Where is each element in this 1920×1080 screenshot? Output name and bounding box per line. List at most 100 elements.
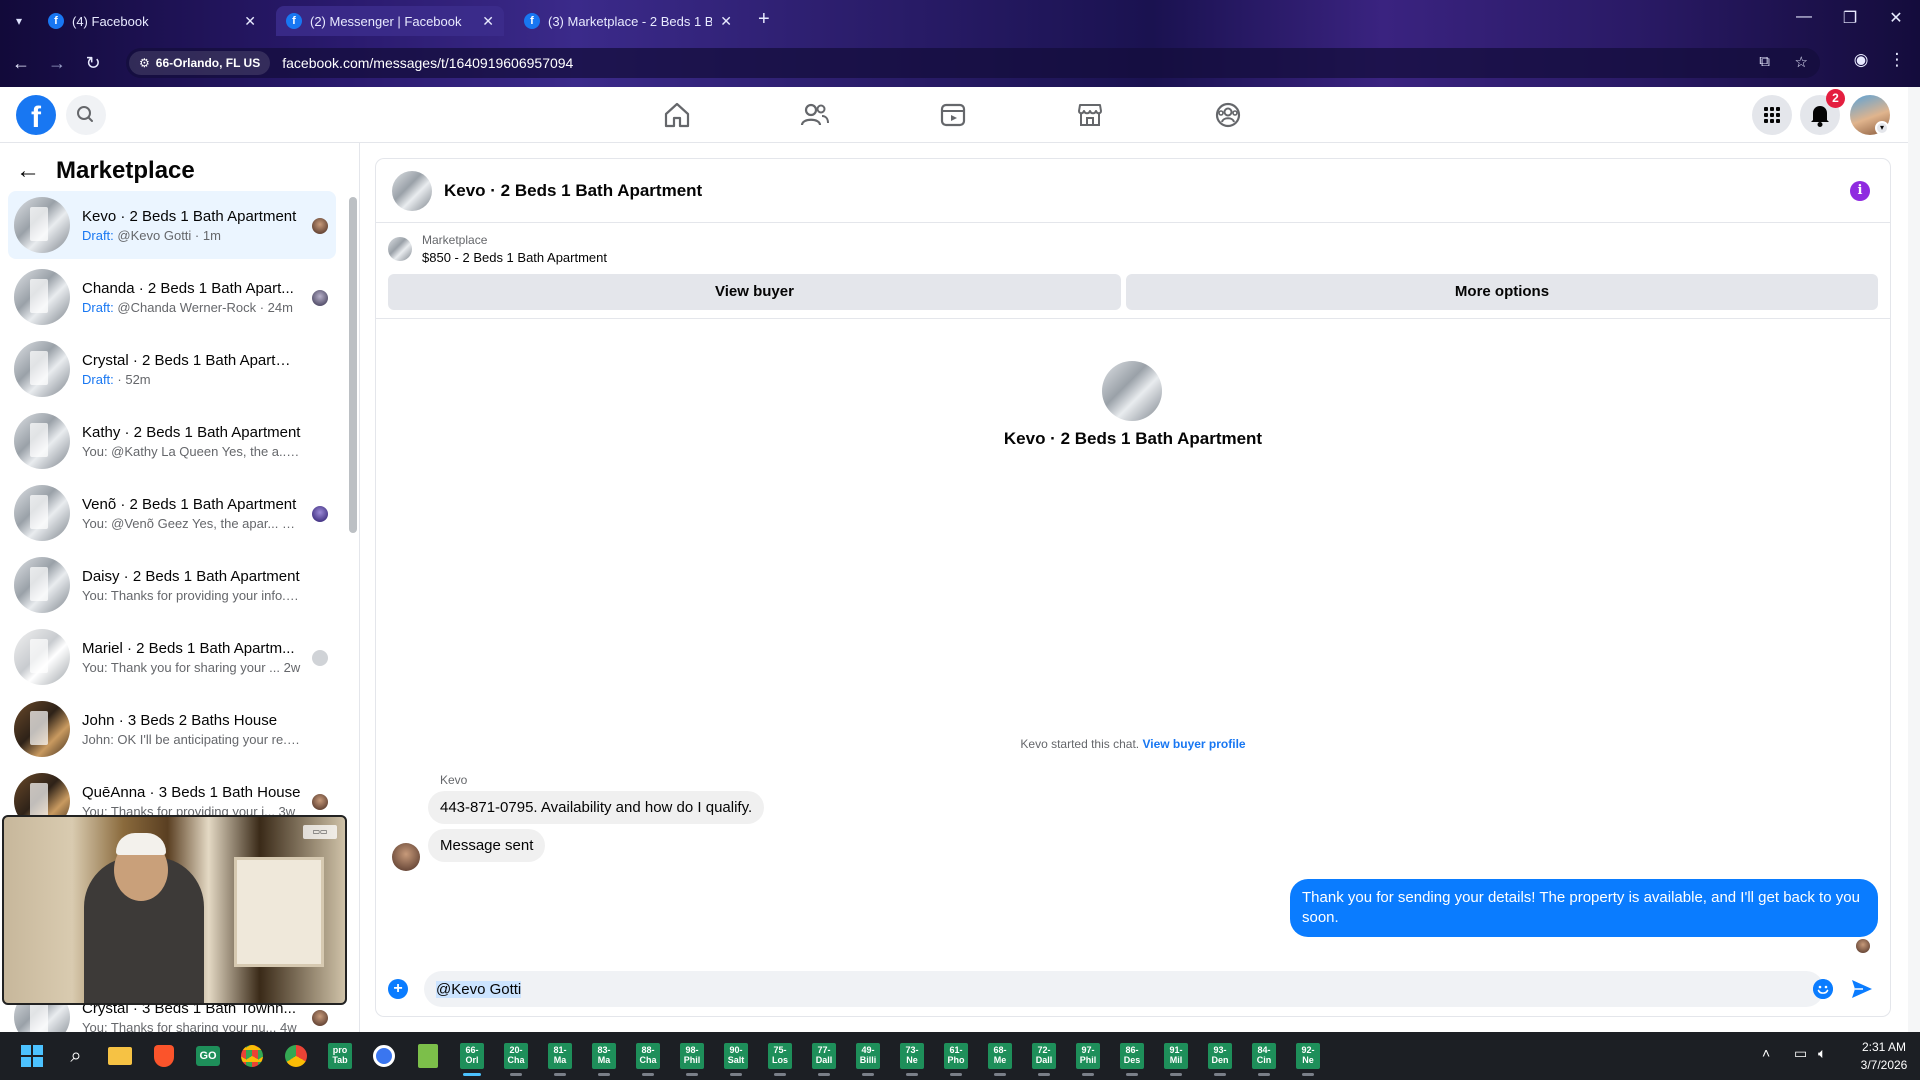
start-button[interactable]	[16, 1040, 48, 1072]
taskbar-app[interactable]: 86-Des	[1116, 1040, 1148, 1076]
taskbar-app[interactable]: 84-Cin	[1248, 1040, 1280, 1076]
link-app-icon[interactable]: GO	[192, 1040, 224, 1072]
new-tab-icon[interactable]: +	[758, 8, 770, 31]
conversation-item[interactable]: Kathy · 2 Beds 1 Bath Apartment You: @Ka…	[8, 407, 336, 475]
taskbar-app[interactable]: 88-Cha	[632, 1040, 664, 1076]
more-options-button[interactable]: More options	[1126, 274, 1878, 310]
video-icon[interactable]	[937, 99, 969, 131]
marketplace-icon[interactable]	[1074, 99, 1106, 131]
sidebar-scrollbar[interactable]	[349, 167, 357, 1027]
scrollbar-thumb[interactable]	[349, 197, 357, 533]
video-overlay: ▭▭	[2, 815, 347, 1005]
taskbar-app[interactable]: 68-Me	[984, 1040, 1016, 1076]
close-tab-icon[interactable]: ✕	[244, 13, 256, 30]
conversation-preview: Draft: · 52m	[82, 372, 302, 387]
info-icon[interactable]: i	[1850, 181, 1870, 201]
pro-tab-icon[interactable]: pro Tab	[324, 1040, 356, 1072]
search-icon	[77, 106, 93, 122]
minimize-icon[interactable]: —	[1784, 8, 1824, 26]
restore-icon[interactable]: ❐	[1830, 8, 1870, 28]
listing-price-title: $850 - 2 Beds 1 Bath Apartment	[422, 250, 608, 265]
friends-icon[interactable]	[799, 99, 831, 131]
taskbar-app[interactable]: 49-Billi	[852, 1040, 884, 1076]
conversation-item[interactable]: John · 3 Beds 2 Baths House John: OK I'l…	[8, 695, 336, 763]
taskbar-app[interactable]: 72-Dall	[1028, 1040, 1060, 1076]
groups-icon[interactable]	[1212, 99, 1244, 131]
tab-messenger[interactable]: f (2) Messenger | Facebook ✕	[276, 6, 504, 36]
volume-icon[interactable]: 🔈︎	[1818, 1045, 1826, 1062]
video-bookshelf	[234, 857, 324, 967]
profile-icon[interactable]: ◉	[1848, 50, 1874, 70]
taskbar-app-label: 83-Ma	[592, 1043, 616, 1069]
sender-avatar[interactable]	[392, 843, 420, 871]
chrome-profile-icon[interactable]	[280, 1040, 312, 1072]
home-icon[interactable]	[661, 99, 693, 131]
menu-button[interactable]	[1752, 95, 1792, 135]
taskbar-app[interactable]: 75-Los	[764, 1040, 796, 1076]
system-clock[interactable]: 2:31 AM 3/7/2026	[1854, 1038, 1914, 1074]
emoji-icon[interactable]	[1813, 979, 1833, 999]
notes-app-icon[interactable]	[412, 1040, 444, 1072]
signal-app-icon[interactable]	[368, 1040, 400, 1072]
file-explorer-icon[interactable]	[104, 1040, 136, 1072]
install-app-icon[interactable]: ⧉	[1759, 53, 1770, 70]
chrome-icon[interactable]	[236, 1040, 268, 1072]
chat-title[interactable]: Kevo · 2 Beds 1 Bath Apartment	[444, 181, 702, 201]
forward-icon[interactable]: →	[44, 50, 70, 76]
taskbar-app[interactable]: 98-Phil	[676, 1040, 708, 1076]
search-button[interactable]	[66, 95, 106, 135]
tab-facebook[interactable]: f (4) Facebook ✕	[38, 6, 266, 36]
bookmark-star-icon[interactable]: ☆	[1795, 53, 1808, 71]
taskbar-app[interactable]: 20-Cha	[500, 1040, 532, 1076]
taskbar-app[interactable]: 92-Ne	[1292, 1040, 1324, 1076]
taskbar-app[interactable]: 93-Den	[1204, 1040, 1236, 1076]
conversation-item[interactable]: Mariel · 2 Beds 1 Bath Apartm... You: Th…	[8, 623, 336, 691]
browser-toolbar: ← → ↻ ⚙ 66-Orlando, FL US facebook.com/m…	[0, 44, 1920, 82]
close-window-icon[interactable]: ✕	[1876, 8, 1916, 28]
taskbar-app[interactable]: 90-Salt	[720, 1040, 752, 1076]
brave-browser-icon[interactable]	[148, 1040, 180, 1072]
incoming-message-bubble[interactable]: Message sent	[428, 829, 546, 862]
location-chip[interactable]: ⚙ 66-Orlando, FL US	[129, 51, 271, 75]
account-chevron-icon[interactable]: ▾	[1875, 121, 1889, 135]
conversation-item[interactable]: Kevo · 2 Beds 1 Bath Apartment Draft: @K…	[8, 191, 336, 259]
view-buyer-button[interactable]: View buyer	[388, 274, 1121, 310]
taskbar-app[interactable]: 91-Mil	[1160, 1040, 1192, 1076]
back-arrow-icon[interactable]: ←	[16, 157, 46, 185]
listing-summary[interactable]: Marketplace $850 - 2 Beds 1 Bath Apartme…	[388, 233, 607, 265]
send-icon[interactable]	[1850, 977, 1874, 1001]
back-icon[interactable]: ←	[8, 50, 34, 76]
tray-chevron-icon[interactable]: ˄	[1762, 1045, 1770, 1061]
tab-marketplace[interactable]: f (3) Marketplace - 2 Beds 1 Bath ✕	[514, 6, 742, 36]
conversation-item[interactable]: Venõ · 2 Beds 1 Bath Apartment You: @Ven…	[8, 479, 336, 547]
taskbar-app[interactable]: 61-Pho	[940, 1040, 972, 1076]
outgoing-message-bubble[interactable]: Thank you for sending your details! The …	[1290, 879, 1878, 937]
facebook-logo-icon[interactable]: f	[16, 95, 56, 135]
address-bar[interactable]: ⚙ 66-Orlando, FL US facebook.com/message…	[126, 48, 1820, 78]
taskbar-app[interactable]: 77-Dall	[808, 1040, 840, 1076]
taskbar-search-icon[interactable]: ⌕	[60, 1040, 92, 1072]
listing-thumbnail	[14, 629, 70, 685]
add-attachment-icon[interactable]: +	[388, 979, 408, 999]
tab-search-chevron-icon[interactable]: ▾	[8, 10, 30, 32]
taskbar-app[interactable]: 66-Orl	[456, 1040, 488, 1076]
conversation-item[interactable]: Chanda · 2 Beds 1 Bath Apart... Draft: @…	[8, 263, 336, 331]
browser-menu-icon[interactable]: ⋮	[1884, 50, 1910, 70]
conversation-item[interactable]: Crystal · 2 Beds 1 Bath Apartment Draft:…	[8, 335, 336, 403]
taskbar-app[interactable]: 73-Ne	[896, 1040, 928, 1076]
taskbar-app[interactable]: 83-Ma	[588, 1040, 620, 1076]
url-text[interactable]: facebook.com/messages/t/1640919606957094	[282, 55, 573, 71]
windows-logo-icon	[21, 1045, 43, 1067]
reload-icon[interactable]: ↻	[80, 50, 106, 76]
close-tab-icon[interactable]: ✕	[720, 13, 732, 30]
conversation-item[interactable]: Daisy · 2 Beds 1 Bath Apartment You: Tha…	[8, 551, 336, 619]
chat-avatar[interactable]	[392, 170, 432, 211]
page-scrollbar[interactable]	[1908, 87, 1920, 1032]
taskbar-app[interactable]: 81-Ma	[544, 1040, 576, 1076]
view-buyer-profile-link[interactable]: View buyer profile	[1142, 737, 1245, 751]
incoming-message-bubble[interactable]: 443-871-0795. Availability and how do I …	[428, 791, 765, 824]
taskbar-app[interactable]: 97-Phil	[1072, 1040, 1104, 1076]
network-icon[interactable]: ▭	[1794, 1045, 1807, 1062]
message-input[interactable]: @Kevo Gotti	[424, 971, 1824, 1007]
close-tab-icon[interactable]: ✕	[482, 13, 494, 30]
